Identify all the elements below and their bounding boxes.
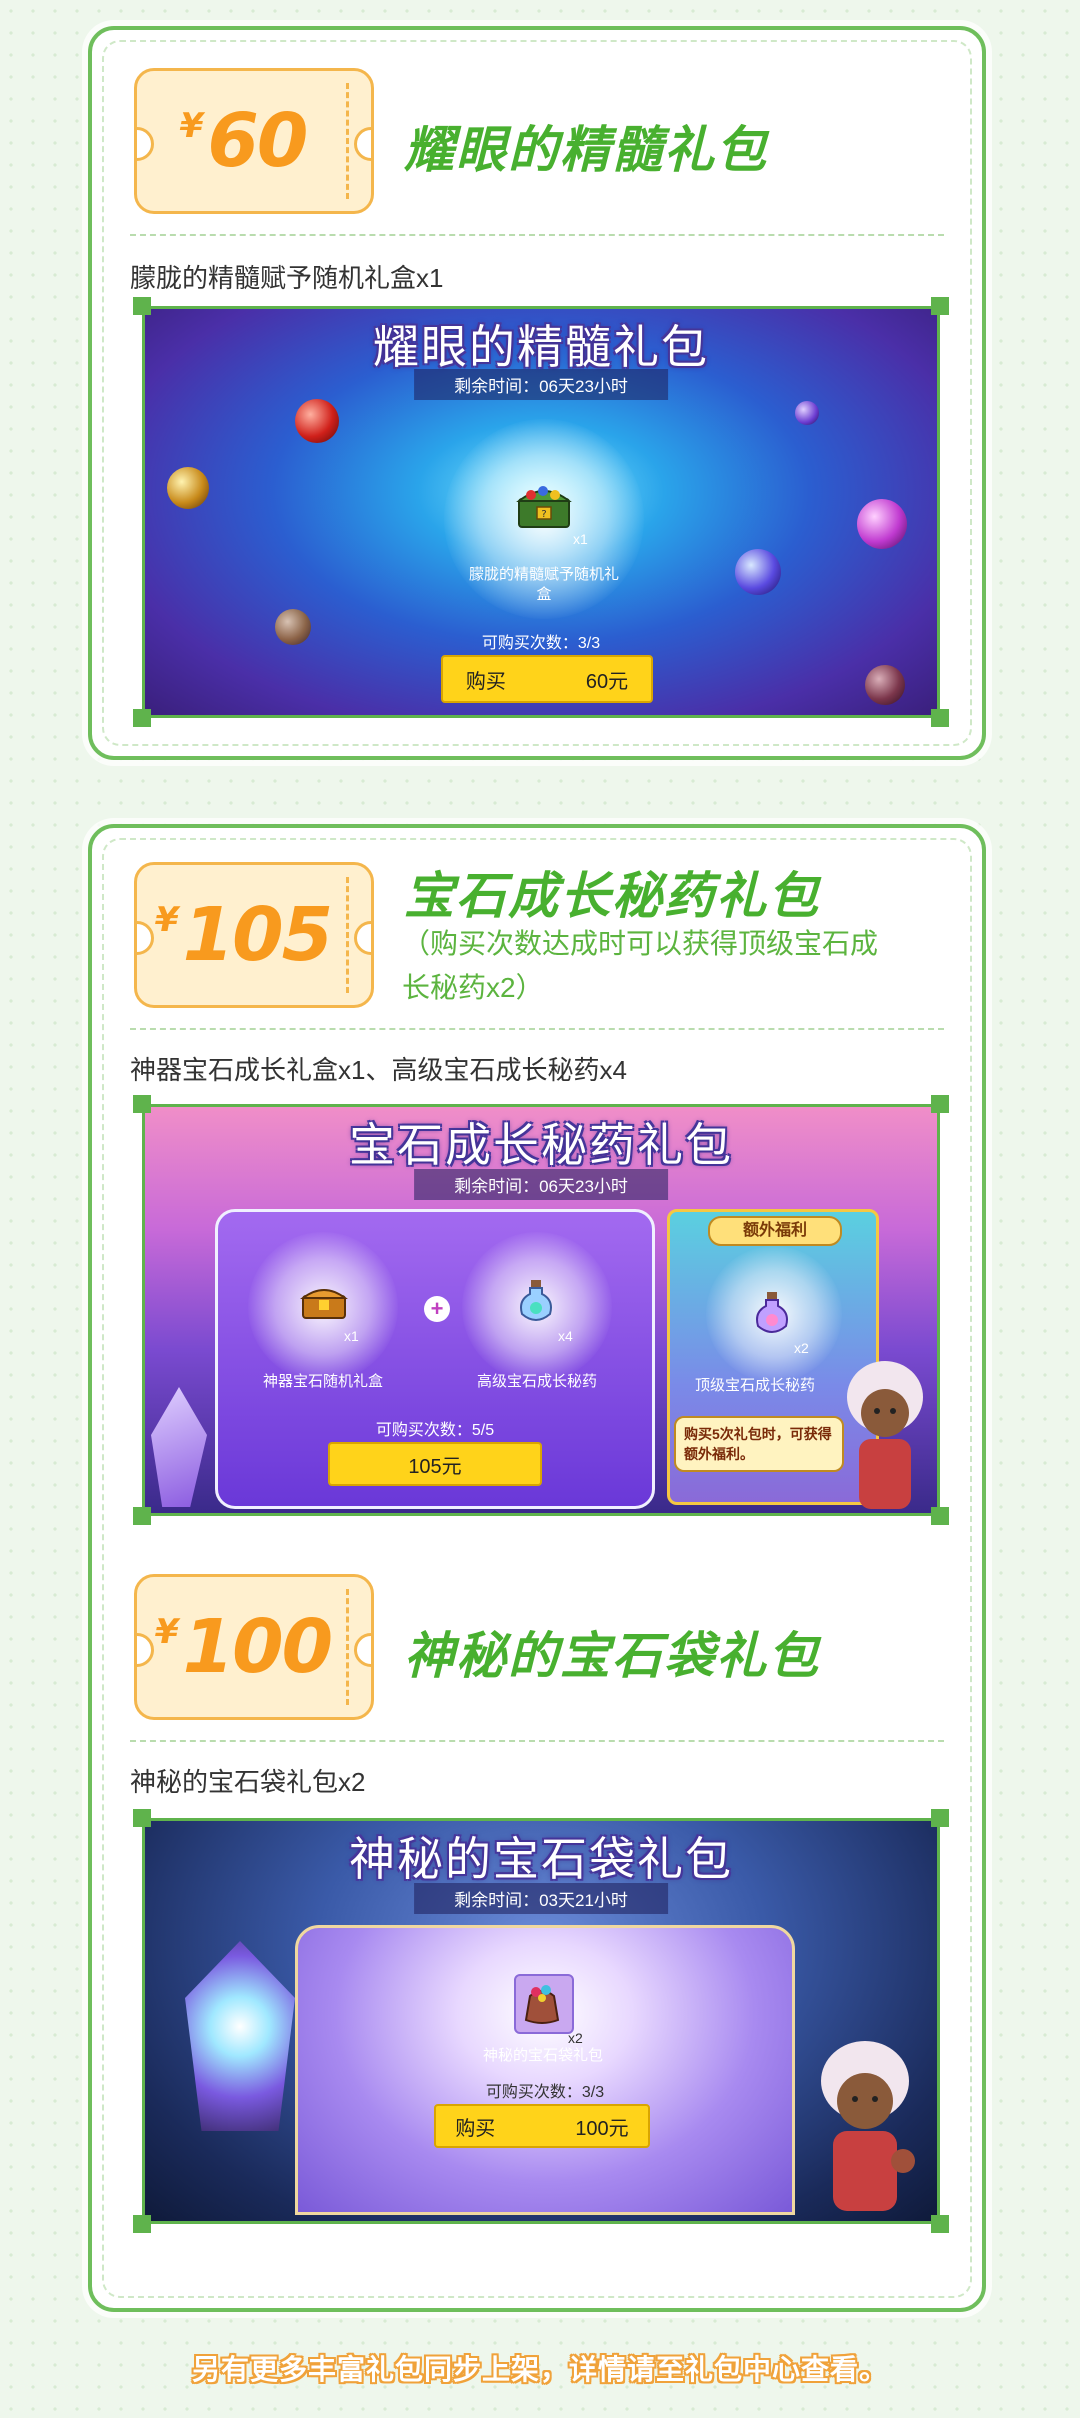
red-orb-decoration [295, 399, 339, 443]
purple-orb-decoration [795, 401, 819, 425]
corner-marker [931, 297, 949, 315]
corner-marker [931, 1809, 949, 1827]
package-note: （购买次数达成时可以获得顶级宝石成长秘药x2） [402, 928, 879, 1003]
item-name: 朦胧的精髓赋予随机礼盒 [469, 566, 620, 603]
treasure-chest-icon: ? [515, 481, 573, 531]
purchase-limit: 可购买次数：3/3 [485, 2084, 605, 2101]
corner-marker [931, 2215, 949, 2233]
package-title: 耀眼的精髓礼包 [404, 122, 768, 178]
buy-price: 60元 [585, 670, 629, 693]
package-title: 神秘的宝石袋礼包 [404, 1628, 820, 1684]
purchase-limit: 可购买次数：3/3 [481, 635, 601, 652]
crystal-decoration [151, 1387, 207, 1507]
item-name: 顶级宝石成长秘药 [694, 1377, 815, 1394]
package-title: 宝石成长秘药礼包 [404, 868, 820, 924]
corner-marker [931, 1095, 949, 1113]
buy-label: 购买 [465, 670, 506, 693]
buy-label: 购买 [455, 2117, 496, 2140]
blue-orb-decoration [735, 549, 781, 595]
buy-price: 100元 [575, 2117, 629, 2140]
divider [130, 234, 944, 236]
game-shop-screenshot: 耀眼的精髓礼包 剩余时间：06天23小时 ? x1 朦胧的精髓赋予随机礼盒 可购… [142, 306, 940, 718]
price-value: 100 [182, 1604, 333, 1690]
game-shop-screenshot: 宝石成长秘药礼包 剩余时间：06天23小时 x1 + x4 神器宝石随机礼盒 高… [142, 1104, 940, 1516]
price-value: 60 [207, 98, 308, 184]
buy-button[interactable]: 105元 [328, 1442, 542, 1486]
item-count: x2 [794, 1340, 809, 1356]
item-count: x1 [344, 1328, 359, 1344]
currency-symbol: ¥ [179, 106, 204, 146]
shop-window-title: 耀眼的精髓礼包 [373, 321, 709, 373]
npc-character [835, 1347, 935, 1513]
divider [130, 1740, 944, 1742]
remaining-time: 剩余时间：03天21小时 [414, 1883, 668, 1914]
chest-icon [300, 1282, 348, 1322]
item-name: 神秘的宝石袋礼包 [482, 2047, 603, 2064]
buy-button[interactable]: 购买 100元 [434, 2104, 650, 2148]
corner-marker [931, 1507, 949, 1525]
gem-bag-icon [514, 1974, 574, 2034]
bonus-hint: 购买5次礼包时，可获得额外福利。 [674, 1416, 844, 1472]
package-contents: 神器宝石成长礼盒x1、高级宝石成长秘药x4 [130, 1055, 627, 1085]
buy-price: 105元 [408, 1455, 462, 1478]
gold-orb-decoration [167, 467, 209, 509]
npc-character [805, 2021, 925, 2221]
svg-text:?: ? [541, 509, 546, 520]
corner-marker [133, 2215, 151, 2233]
shop-window-title: 神秘的宝石袋礼包 [349, 1833, 733, 1885]
potion-icon [752, 1290, 792, 1336]
price-tag: ¥ 100 [137, 1577, 349, 1717]
remaining-time: 剩余时间：06天23小时 [414, 369, 668, 400]
purchase-limit: 可购买次数：5/5 [375, 1422, 495, 1439]
dark-orb-decoration [865, 665, 905, 705]
divider [130, 1028, 944, 1030]
remaining-time: 剩余时间：06天23小时 [414, 1169, 668, 1200]
package-card-2: ¥ 105 宝石成长秘药礼包 （购买次数达成时可以获得顶级宝石成长秘药x2） 神… [88, 824, 986, 2312]
item-name: 神器宝石随机礼盒 [262, 1373, 383, 1390]
currency-symbol: ¥ [154, 1612, 179, 1652]
package-contents: 神秘的宝石袋礼包x2 [130, 1767, 366, 1797]
corner-marker [133, 1809, 151, 1827]
game-shop-screenshot: 神秘的宝石袋礼包 剩余时间：03天21小时 x2 神秘的宝石袋礼包 可购买次数：… [142, 1818, 940, 2224]
item-count: x2 [568, 2030, 583, 2046]
corner-marker [133, 297, 151, 315]
plus-icon: + [424, 1296, 450, 1322]
potion-icon [516, 1278, 556, 1324]
price-ticket: ¥ 105 [134, 862, 374, 1008]
price-ticket: ¥ 60 [134, 68, 374, 214]
package-card-1: ¥ 60 耀眼的精髓礼包 朦胧的精髓赋予随机礼盒x1 耀眼的精髓礼包 剩余时间：… [88, 26, 986, 760]
bonus-label: 额外福利 [708, 1216, 842, 1246]
pink-orb-decoration [857, 499, 907, 549]
bundle-panel: x1 + x4 神器宝石随机礼盒 高级宝石成长秘药 可购买次数：5/5 105元 [215, 1209, 655, 1509]
corner-marker [133, 709, 151, 727]
currency-symbol: ¥ [154, 900, 179, 940]
item-count: x4 [558, 1328, 573, 1344]
item-name: 高级宝石成长秘药 [476, 1373, 597, 1390]
footer-note: 另有更多丰富礼包同步上架，详情请至礼包中心查看。 [191, 2354, 888, 2385]
price-tag: ¥ 60 [137, 71, 349, 211]
corner-marker [931, 709, 949, 727]
lantern-decoration [185, 1941, 295, 2131]
item-panel: x2 神秘的宝石袋礼包 可购买次数：3/3 购买 100元 [295, 1925, 795, 2215]
corner-marker [133, 1507, 151, 1525]
price-ticket: ¥ 100 [134, 1574, 374, 1720]
corner-marker [133, 1095, 151, 1113]
price-tag: ¥ 105 [137, 865, 349, 1005]
shop-window-title: 宝石成长秘药礼包 [349, 1119, 733, 1171]
package-contents: 朦胧的精髓赋予随机礼盒x1 [130, 263, 444, 293]
item-count: x1 [573, 531, 588, 547]
price-value: 105 [182, 892, 333, 978]
buy-button[interactable]: 购买 60元 [441, 655, 653, 703]
